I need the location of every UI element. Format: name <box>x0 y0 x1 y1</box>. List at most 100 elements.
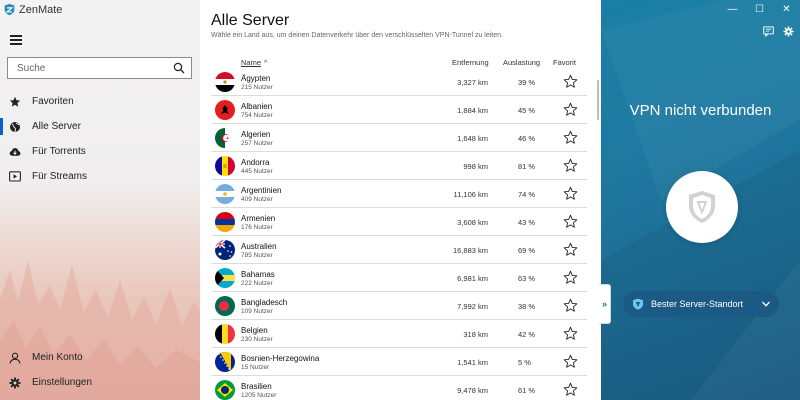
search-input[interactable] <box>8 62 168 74</box>
user-count: 176 Nutzer <box>241 224 273 231</box>
favorite-star-icon[interactable] <box>563 270 578 285</box>
sidebar-item-label: Für Torrents <box>32 146 86 157</box>
bosnia-flag-icon <box>215 352 235 372</box>
load-value: 69 % <box>518 246 536 255</box>
favorite-star-icon[interactable] <box>563 186 578 201</box>
vpn-status-text: VPN nicht verbunden <box>629 102 772 119</box>
table-row[interactable]: Australien 785 Nutzer 16,883 km 69 % <box>200 236 601 264</box>
sidebar-item-label: Mein Konto <box>32 352 83 363</box>
table-row[interactable]: Albanien 754 Nutzer 1,884 km 45 % <box>200 96 601 124</box>
menu-icon[interactable] <box>10 35 22 45</box>
favorite-star-icon[interactable] <box>563 326 578 341</box>
column-header-load[interactable]: Auslastung <box>503 58 540 67</box>
distance-value: 6,981 km <box>457 274 488 283</box>
globe-icon <box>9 121 21 133</box>
collapse-panel-toggle[interactable]: » <box>599 284 611 324</box>
albania-flag-icon <box>215 100 235 120</box>
distance-value: 318 km <box>463 330 488 339</box>
load-value: 46 % <box>518 134 536 143</box>
favorite-star-icon[interactable] <box>563 242 578 257</box>
table-row[interactable]: Argentinien 409 Nutzer 11,106 km 74 % <box>200 180 601 208</box>
user-count: 785 Nutzer <box>241 252 273 259</box>
favorite-star-icon[interactable] <box>563 354 578 369</box>
country-name: Andorra <box>241 158 270 167</box>
sidebar-item-favoriten[interactable]: Favoriten <box>0 89 200 114</box>
country-name: Albanien <box>241 102 273 111</box>
close-icon[interactable]: ✕ <box>773 0 800 18</box>
armenia-flag-icon <box>215 212 235 232</box>
favorite-star-icon[interactable] <box>563 130 578 145</box>
column-header-name[interactable]: Name ^ <box>241 58 267 67</box>
feedback-icon[interactable] <box>763 26 774 37</box>
search-box <box>7 57 192 79</box>
australia-flag-icon <box>215 240 235 260</box>
bahamas-flag-icon <box>215 268 235 288</box>
play-icon <box>9 171 21 183</box>
column-header-favorite[interactable]: Favorit <box>553 58 576 67</box>
sidebar-item-account[interactable]: Mein Konto <box>0 345 200 370</box>
user-count: 109 Nutzer <box>241 308 273 315</box>
user-count: 754 Nutzer <box>241 112 273 119</box>
favorite-star-icon[interactable] <box>563 214 578 229</box>
column-header-name-label: Name <box>241 58 262 67</box>
table-row[interactable]: Bangladesch 109 Nutzer 7,992 km 38 % <box>200 292 601 320</box>
user-icon <box>9 352 21 364</box>
table-row[interactable]: Brasilien 1205 Nutzer 9,478 km 61 % <box>200 376 601 400</box>
gear-icon <box>9 377 21 389</box>
country-name: Bangladesch <box>241 298 288 307</box>
load-value: 42 % <box>518 330 536 339</box>
brazil-flag-icon <box>215 380 235 400</box>
table-row[interactable]: Armenien 176 Nutzer 3,608 km 43 % <box>200 208 601 236</box>
table-row[interactable]: Ägypten 215 Nutzer 3,327 km 39 % <box>200 68 601 96</box>
page-subtitle: Wähle ein Land aus, um deinen Datenverke… <box>211 32 503 39</box>
star-icon <box>9 96 21 108</box>
load-value: 38 % <box>518 302 536 311</box>
favorite-star-icon[interactable] <box>563 158 578 173</box>
search-icon[interactable] <box>173 62 185 74</box>
sidebar-item-torrents[interactable]: Für Torrents <box>0 139 200 164</box>
load-value: 5 % <box>518 358 531 367</box>
country-name: Australien <box>241 242 277 251</box>
settings-gear-icon[interactable] <box>783 26 794 37</box>
main-panel: Alle Server Wähle ein Land aus, um deine… <box>200 0 601 400</box>
load-value: 63 % <box>518 274 536 283</box>
vpn-connect-button[interactable] <box>666 171 738 243</box>
load-value: 43 % <box>518 218 536 227</box>
distance-value: 1,648 km <box>457 134 488 143</box>
vpn-panel: — ☐ ✕ VPN nicht verbunden Bester Server-… <box>601 0 800 400</box>
sidebar-item-alle-server[interactable]: Alle Server <box>0 114 200 139</box>
favorite-star-icon[interactable] <box>563 74 578 89</box>
scrollbar[interactable] <box>597 80 599 120</box>
table-row[interactable]: Andorra 445 Nutzer 998 km 81 % <box>200 152 601 180</box>
cloud-download-icon <box>9 146 21 158</box>
app-logo: ZenMate <box>3 3 62 16</box>
server-location-select[interactable]: Bester Server-Standort <box>623 291 779 317</box>
country-name: Bosnien-Herzegowina <box>241 354 320 363</box>
argentina-flag-icon <box>215 184 235 204</box>
user-count: 1205 Nutzer <box>241 392 277 399</box>
country-name: Armenien <box>241 214 276 223</box>
country-name: Algerien <box>241 130 271 139</box>
egypt-flag-icon <box>215 72 235 92</box>
distance-value: 16,883 km <box>452 246 488 255</box>
table-row[interactable]: Algerien 257 Nutzer 1,648 km 46 % <box>200 124 601 152</box>
table-row[interactable]: Bosnien-Herzegowina 15 Nutzer 1,541 km 5 % <box>200 348 601 376</box>
country-name: Belgien <box>241 326 268 335</box>
table-row[interactable]: Belgien 230 Nutzer 318 km 42 % <box>200 320 601 348</box>
favorite-star-icon[interactable] <box>563 382 578 397</box>
user-count: 445 Nutzer <box>241 168 273 175</box>
distance-value: 9,478 km <box>457 386 488 395</box>
sidebar-item-streams[interactable]: Für Streams <box>0 164 200 189</box>
column-header-distance[interactable]: Entfernung <box>452 58 489 67</box>
country-name: Argentinien <box>241 186 282 195</box>
favorite-star-icon[interactable] <box>563 298 578 313</box>
sidebar-item-settings[interactable]: Einstellungen <box>0 370 200 395</box>
minimize-icon[interactable]: — <box>719 0 746 18</box>
chevron-down-icon <box>762 301 770 307</box>
table-row[interactable]: Bahamas 222 Nutzer 6,981 km 63 % <box>200 264 601 292</box>
distance-value: 1,884 km <box>457 106 488 115</box>
maximize-icon[interactable]: ☐ <box>746 0 773 18</box>
sidebar-item-label: Alle Server <box>32 121 81 132</box>
server-location-label: Bester Server-Standort <box>651 299 744 309</box>
favorite-star-icon[interactable] <box>563 102 578 117</box>
